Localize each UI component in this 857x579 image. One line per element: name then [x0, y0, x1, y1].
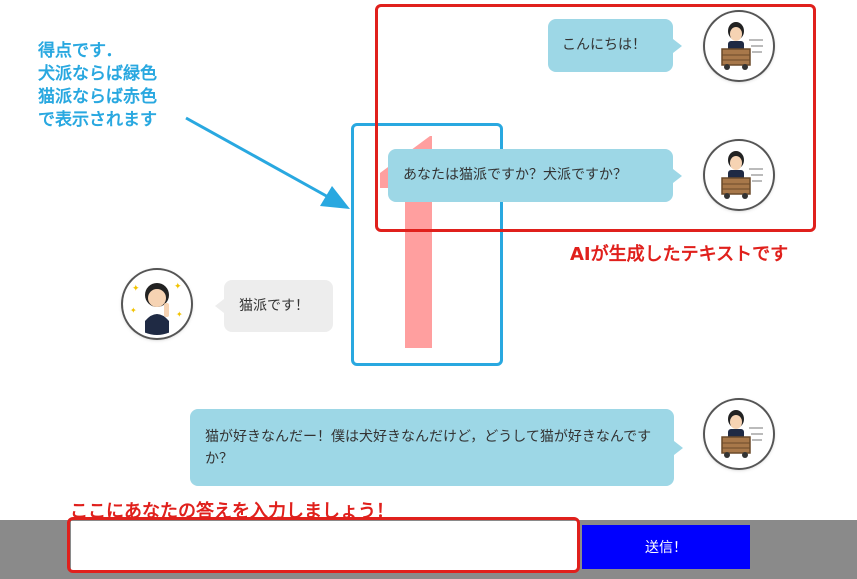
input-highlight-box	[67, 517, 580, 573]
ai-generated-annotation: AIが生成したテキストです	[570, 244, 789, 265]
woman-pointing-icon: ✦ ✦ ✦ ✦	[130, 282, 183, 335]
user-avatar: ✦ ✦ ✦ ✦	[123, 270, 191, 338]
score-annotation-line: 猫派ならば赤色	[38, 87, 157, 107]
message-text: あなたは猫派ですか？犬派ですか？	[403, 167, 627, 183]
ai-message-greeting: こんにちは！	[548, 19, 682, 72]
businesswoman-in-cart-icon	[721, 22, 763, 70]
svg-text:✦: ✦	[174, 282, 182, 292]
ai-avatar	[705, 12, 773, 80]
svg-text:✦: ✦	[130, 306, 137, 315]
score-annotation-line: 犬派ならば緑色	[38, 64, 157, 84]
ai-message-question: あなたは猫派ですか？犬派ですか？	[388, 149, 682, 202]
message-text: 猫派です！	[239, 298, 309, 314]
svg-text:✦: ✦	[132, 284, 140, 294]
ai-avatar	[705, 141, 773, 209]
ai-avatar	[705, 400, 773, 468]
send-button[interactable]: 送信！	[582, 525, 750, 569]
svg-text:✦: ✦	[176, 310, 183, 319]
score-annotation: 得点です． 犬派ならば緑色 猫派ならば赤色 で表示されます	[38, 40, 157, 132]
user-message-answer: 猫派です！	[215, 280, 333, 332]
businesswoman-in-cart-icon	[721, 151, 763, 199]
ai-message-followup: 猫が好きなんだー！僕は犬好きなんだけど，どうして猫が好きなんですか？	[190, 409, 683, 486]
message-text: 猫が好きなんだー！僕は犬好きなんだけど，どうして猫が好きなんですか？	[205, 429, 652, 467]
score-annotation-line: 得点です．	[38, 41, 123, 61]
businesswoman-in-cart-icon	[721, 410, 763, 458]
message-text: こんにちは！	[562, 37, 646, 53]
annotation-arrow-icon	[185, 116, 350, 209]
score-annotation-line: で表示されます	[38, 110, 157, 130]
